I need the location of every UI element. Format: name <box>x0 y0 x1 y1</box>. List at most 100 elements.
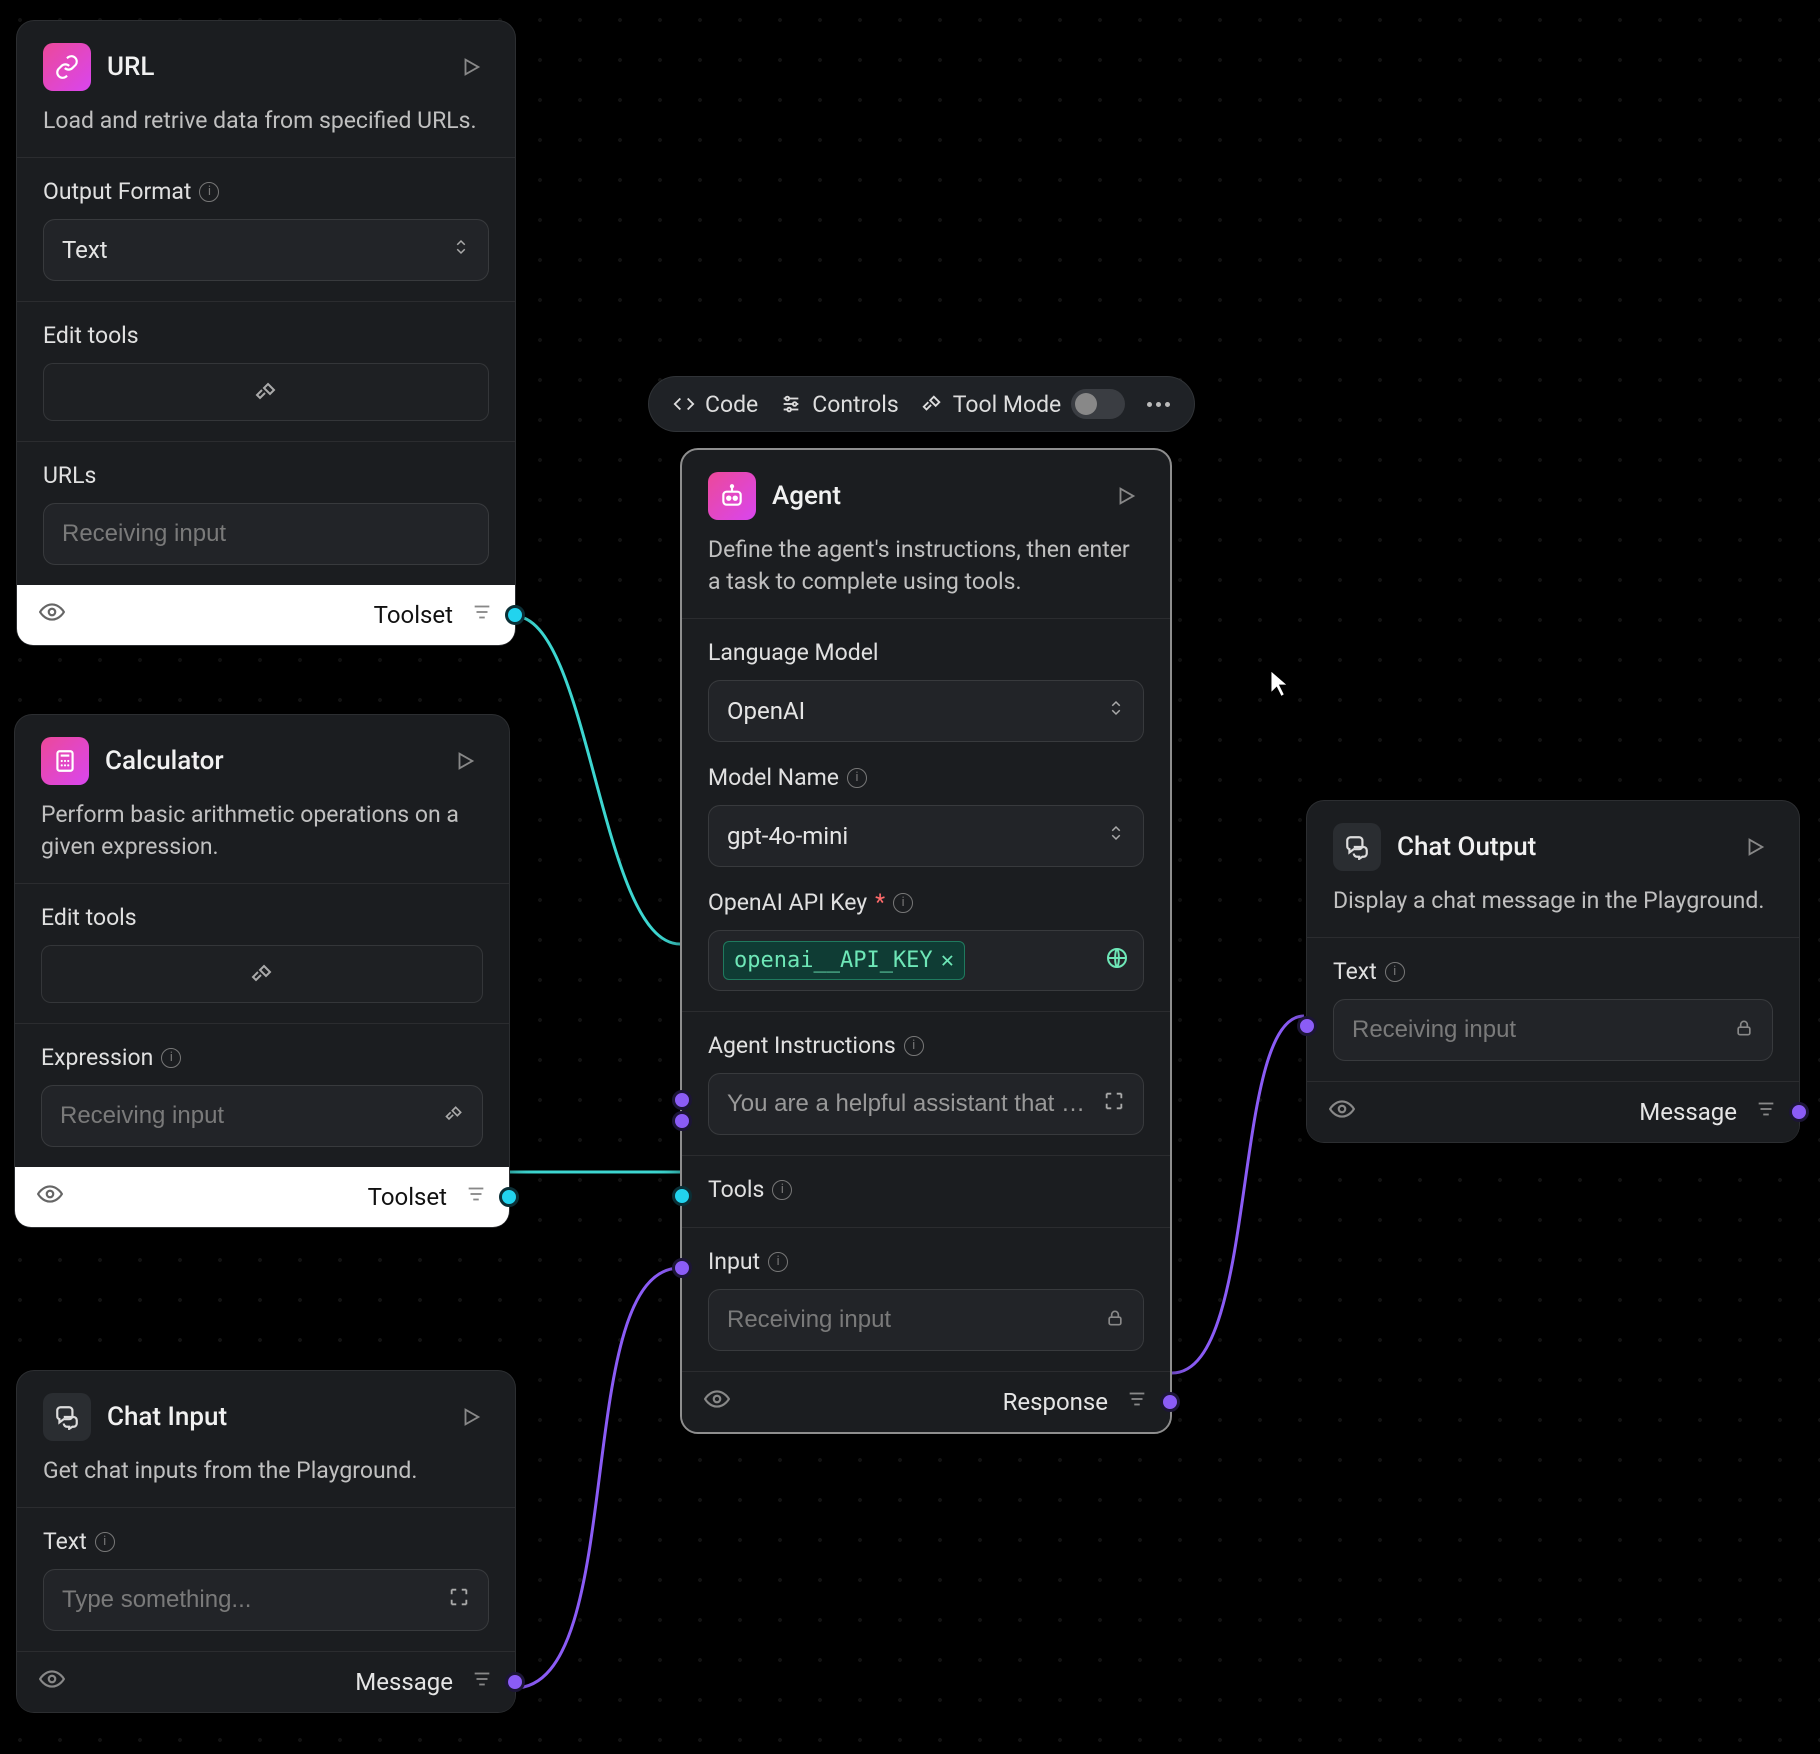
run-button[interactable] <box>453 1399 489 1435</box>
run-button[interactable] <box>1737 829 1773 865</box>
agent-instructions-field[interactable] <box>727 1090 1095 1118</box>
node-chat-output[interactable]: Chat Output Display a chat message in th… <box>1306 800 1800 1143</box>
info-icon[interactable]: i <box>768 1252 788 1272</box>
list-filter-icon[interactable] <box>1126 1388 1148 1416</box>
input-port-text[interactable] <box>1297 1016 1317 1036</box>
edit-tools-button[interactable] <box>41 945 483 1003</box>
output-port-toolset[interactable] <box>499 1187 519 1207</box>
list-filter-icon[interactable] <box>465 1183 487 1211</box>
text-input-field[interactable] <box>1352 1016 1726 1044</box>
language-model-select[interactable]: OpenAI <box>708 680 1144 742</box>
globe-icon[interactable] <box>1105 946 1129 976</box>
info-icon[interactable]: i <box>847 768 867 788</box>
api-key-input[interactable]: openai__API_KEY ✕ <box>708 930 1144 991</box>
text-label: Text <box>1333 958 1377 985</box>
node-desc: Display a chat message in the Playground… <box>1307 885 1799 937</box>
urls-input[interactable] <box>43 503 489 565</box>
output-format-label: Output Format <box>43 178 191 205</box>
link-icon <box>43 43 91 91</box>
run-button[interactable] <box>1108 478 1144 514</box>
list-filter-icon[interactable] <box>1755 1098 1777 1126</box>
agent-input-field[interactable] <box>727 1306 1097 1334</box>
node-toolbar: Code Controls Tool Mode <box>648 376 1195 432</box>
lock-icon <box>1734 1016 1754 1044</box>
chevron-updown-icon <box>452 236 470 264</box>
info-icon[interactable]: i <box>1385 962 1405 982</box>
input-port-instructions[interactable] <box>672 1090 692 1110</box>
input-port-tools[interactable] <box>672 1186 692 1206</box>
node-footer: Toolset <box>17 585 515 645</box>
output-port-message[interactable] <box>505 1672 525 1692</box>
run-button[interactable] <box>453 49 489 85</box>
node-title: URL <box>107 52 154 82</box>
eye-icon[interactable] <box>37 1181 63 1213</box>
node-desc: Define the agent's instructions, then en… <box>682 534 1170 618</box>
more-button[interactable] <box>1147 402 1170 407</box>
tool-mode-label: Tool Mode <box>953 391 1062 418</box>
node-title: Calculator <box>105 746 224 776</box>
cursor-pointer <box>1268 668 1292 698</box>
edit-tools-label: Edit tools <box>43 322 139 349</box>
node-url[interactable]: URL Load and retrive data from specified… <box>16 20 516 646</box>
node-agent[interactable]: Agent Define the agent's instructions, t… <box>680 448 1172 1434</box>
model-name-select[interactable]: gpt-4o-mini <box>708 805 1144 867</box>
agent-instructions-input[interactable] <box>708 1073 1144 1135</box>
info-icon[interactable]: i <box>904 1036 924 1056</box>
urls-input-field[interactable] <box>62 520 470 548</box>
code-icon <box>673 393 695 415</box>
output-port-toolset[interactable] <box>505 605 525 625</box>
info-icon[interactable]: i <box>95 1532 115 1552</box>
edit-tools-button[interactable] <box>43 363 489 421</box>
eye-icon[interactable] <box>704 1386 730 1418</box>
code-button[interactable]: Code <box>673 391 758 418</box>
close-icon[interactable]: ✕ <box>941 948 954 973</box>
api-key-value: openai__API_KEY <box>734 948 933 973</box>
expression-label: Expression <box>41 1044 153 1071</box>
controls-label: Controls <box>812 391 898 418</box>
text-label: Text <box>43 1528 87 1555</box>
info-icon[interactable]: i <box>199 182 219 202</box>
node-footer: Response <box>682 1371 1170 1432</box>
api-key-pill[interactable]: openai__API_KEY ✕ <box>723 941 965 980</box>
tools-label: Tools <box>708 1176 764 1203</box>
list-filter-icon[interactable] <box>471 1668 493 1696</box>
expression-input[interactable] <box>41 1085 483 1147</box>
eye-icon[interactable] <box>1329 1096 1355 1128</box>
list-filter-icon[interactable] <box>471 601 493 629</box>
output-port-response[interactable] <box>1160 1392 1180 1412</box>
expression-input-field[interactable] <box>60 1102 436 1130</box>
bot-icon <box>708 472 756 520</box>
input-port-input[interactable] <box>672 1258 692 1278</box>
model-name-value: gpt-4o-mini <box>727 822 848 850</box>
output-format-value: Text <box>62 236 108 264</box>
eye-icon[interactable] <box>39 599 65 631</box>
footer-label: Toolset <box>374 601 453 629</box>
node-calculator[interactable]: Calculator Perform basic arithmetic oper… <box>14 714 510 1228</box>
node-title: Agent <box>772 481 841 511</box>
workflow-canvas[interactable]: URL Load and retrive data from specified… <box>0 0 1820 1754</box>
info-icon[interactable]: i <box>893 893 913 913</box>
agent-input[interactable] <box>708 1289 1144 1351</box>
urls-label: URLs <box>43 462 96 489</box>
expand-icon[interactable] <box>1103 1090 1125 1118</box>
output-port-message[interactable] <box>1789 1102 1809 1122</box>
node-footer: Message <box>17 1651 515 1712</box>
info-icon[interactable]: i <box>772 1180 792 1200</box>
node-desc: Perform basic arithmetic operations on a… <box>15 799 509 883</box>
output-format-select[interactable]: Text <box>43 219 489 281</box>
info-icon[interactable]: i <box>161 1048 181 1068</box>
text-input-field[interactable] <box>62 1586 440 1614</box>
agent-instructions-label: Agent Instructions <box>708 1032 896 1059</box>
tool-mode-toggle[interactable]: Tool Mode <box>921 389 1126 419</box>
node-chat-input[interactable]: Chat Input Get chat inputs from the Play… <box>16 1370 516 1713</box>
text-input[interactable] <box>43 1569 489 1631</box>
tool-mode-switch[interactable] <box>1071 389 1125 419</box>
text-input[interactable] <box>1333 999 1773 1061</box>
lock-icon <box>1105 1306 1125 1334</box>
eye-icon[interactable] <box>39 1666 65 1698</box>
hammer-icon <box>254 380 278 404</box>
hammer-icon[interactable] <box>444 1102 464 1130</box>
run-button[interactable] <box>447 743 483 779</box>
controls-button[interactable]: Controls <box>780 391 898 418</box>
expand-icon[interactable] <box>448 1586 470 1614</box>
